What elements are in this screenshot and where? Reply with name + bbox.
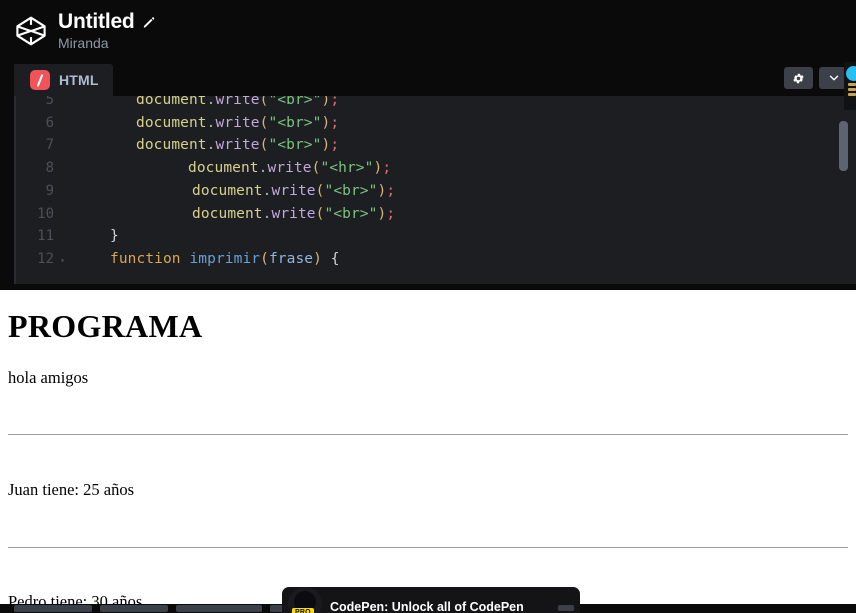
code-token: "<br>" bbox=[324, 205, 378, 222]
code-token: ; bbox=[330, 96, 340, 108]
code-token: ; bbox=[386, 182, 396, 199]
comments-button[interactable] bbox=[176, 605, 262, 612]
html-editor-pane: HTML 5 6 7 8 9 10 11 12 ▾ document.write( bbox=[14, 62, 856, 284]
code-token: document bbox=[188, 160, 259, 177]
code-line[interactable]: document.write("<br>"); bbox=[88, 206, 395, 222]
code-token: "<hr>" bbox=[320, 160, 374, 177]
code-token: ; bbox=[330, 137, 340, 154]
code-token: write bbox=[271, 182, 316, 199]
code-token: ) bbox=[377, 205, 387, 222]
close-icon[interactable] bbox=[558, 605, 574, 611]
code-line[interactable]: document.write("<br>"); bbox=[88, 96, 339, 108]
preview-line-juan: Juan tiene: 25 años bbox=[8, 480, 135, 499]
line-number: 12 bbox=[37, 250, 54, 267]
code-token: document bbox=[192, 205, 263, 222]
console-button[interactable] bbox=[14, 605, 92, 612]
code-token: write bbox=[215, 96, 260, 108]
code-token: ( bbox=[260, 250, 269, 267]
code-line[interactable]: document.write("<br>"); bbox=[88, 137, 339, 153]
horizontal-rule-2 bbox=[8, 547, 848, 548]
top-bar: Untitled Miranda bbox=[0, 0, 856, 62]
code-token: ) bbox=[377, 182, 387, 199]
html-slash-icon bbox=[30, 70, 50, 90]
code-token: "<br>" bbox=[324, 182, 378, 199]
code-token: ) bbox=[321, 137, 331, 154]
code-line[interactable]: document.write("<br>"); bbox=[88, 183, 395, 199]
line-number: 8 bbox=[45, 160, 54, 177]
toast-message: CodePen: Unlock all of CodePen bbox=[330, 599, 524, 613]
page-title[interactable]: Untitled bbox=[58, 10, 135, 33]
pencil-edit-icon[interactable] bbox=[142, 15, 156, 29]
code-token: write bbox=[215, 137, 260, 154]
promo-toast[interactable]: PRO CodePen: Unlock all of CodePen bbox=[282, 587, 580, 613]
code-token: { bbox=[321, 250, 340, 267]
code-token: document bbox=[192, 182, 263, 199]
code-token: "<br>" bbox=[268, 96, 322, 108]
pen-title-row: Untitled bbox=[58, 10, 156, 33]
settings-button[interactable] bbox=[784, 67, 813, 89]
code-token: write bbox=[215, 114, 260, 131]
pen-author[interactable]: Miranda bbox=[58, 35, 156, 52]
code-token: document bbox=[136, 96, 207, 108]
line-number: 6 bbox=[45, 114, 54, 131]
pen-title-block: Untitled Miranda bbox=[58, 10, 156, 52]
codepen-editor-window: Untitled Miranda HTML 5 6 7 8 9 10 11 12… bbox=[0, 0, 856, 613]
code-line[interactable]: function imprimir(frase) { bbox=[88, 251, 340, 267]
code-token: ; bbox=[386, 205, 396, 222]
horizontal-rule-1 bbox=[8, 434, 848, 435]
code-token: ) bbox=[313, 250, 322, 267]
preview-line-hola: hola amigos bbox=[8, 368, 89, 387]
help-chat-widget[interactable] bbox=[844, 62, 856, 110]
code-line[interactable]: document.write("<hr>"); bbox=[88, 160, 391, 176]
code-vertical-scrollbar[interactable] bbox=[839, 96, 848, 284]
code-token: imprimir bbox=[189, 250, 261, 267]
code-token: ) bbox=[373, 160, 383, 177]
preview-iframe[interactable]: PROGRAMA hola amigos Juan tiene: 25 años… bbox=[0, 290, 856, 613]
line-number: 9 bbox=[45, 182, 54, 199]
code-editor-area[interactable]: 5 6 7 8 9 10 11 12 ▾ document.write("<br>"); docu… bbox=[14, 96, 856, 284]
pro-badge: PRO bbox=[292, 608, 314, 613]
code-token: ; bbox=[382, 160, 392, 177]
code-token: write bbox=[271, 205, 316, 222]
line-number: 11 bbox=[37, 228, 54, 245]
line-number-gutter: 5 6 7 8 9 10 11 12 ▾ bbox=[14, 96, 84, 284]
user-avatar-icon: PRO bbox=[288, 587, 322, 613]
code-token: "<br>" bbox=[268, 114, 322, 131]
code-line[interactable]: } bbox=[88, 228, 119, 244]
code-token: ) bbox=[321, 114, 331, 131]
chat-bubble-icon bbox=[845, 66, 856, 81]
code-token: write bbox=[267, 160, 312, 177]
widget-line-3 bbox=[848, 93, 856, 96]
tab-html[interactable]: HTML bbox=[14, 64, 113, 96]
widget-line-1 bbox=[848, 83, 856, 86]
code-token: document bbox=[136, 137, 207, 154]
tab-html-label: HTML bbox=[59, 72, 99, 88]
editor-tab-bar: HTML bbox=[14, 62, 856, 96]
code-token: ) bbox=[321, 96, 331, 108]
code-token: "<br>" bbox=[268, 137, 322, 154]
code-token: ; bbox=[330, 114, 340, 131]
code-token: } bbox=[110, 228, 119, 245]
editor-actions bbox=[784, 67, 848, 89]
code-token: document bbox=[136, 114, 207, 131]
code-line[interactable]: document.write("<br>"); bbox=[88, 115, 339, 131]
scrollbar-thumb[interactable] bbox=[839, 121, 848, 171]
line-number: 10 bbox=[37, 205, 54, 222]
assets-button[interactable] bbox=[100, 605, 168, 612]
line-number: 5 bbox=[45, 96, 54, 108]
line-number: 7 bbox=[45, 137, 54, 154]
widget-line-2 bbox=[848, 88, 856, 91]
preview-heading: PROGRAMA bbox=[8, 308, 203, 344]
code-token: function bbox=[110, 250, 190, 267]
codepen-logo-icon[interactable] bbox=[8, 8, 54, 54]
code-fold-toggle[interactable]: ▾ bbox=[60, 256, 65, 265]
code-token: frase bbox=[268, 250, 314, 267]
